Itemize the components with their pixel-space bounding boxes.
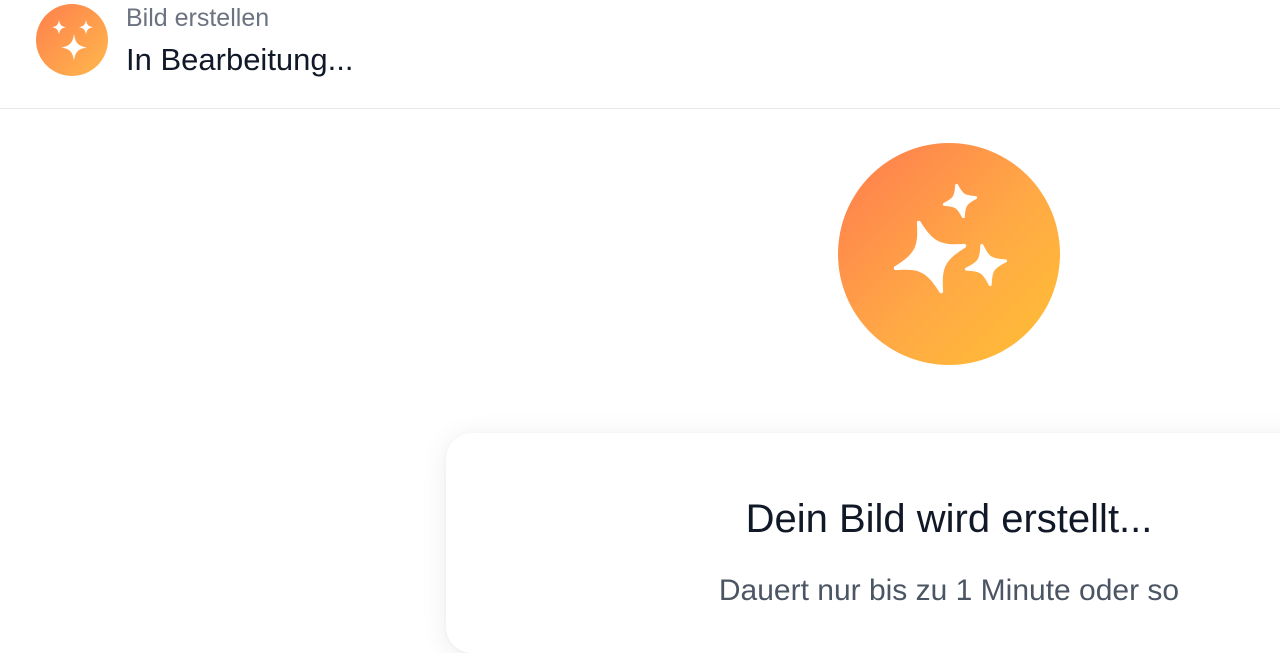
status-subtitle: Dauert nur bis zu 1 Minute oder so xyxy=(718,574,1180,607)
sparkles-icon xyxy=(838,143,1060,365)
status-card: Dein Bild wird erstellt... Dauert nur bi… xyxy=(446,433,1280,653)
header-subtitle: Bild erstellen xyxy=(126,4,270,32)
header-title: In Bearbeitung... xyxy=(126,42,354,77)
app-header: Bild erstellen In Bearbeitung... xyxy=(0,0,1280,109)
status-title: Dein Bild wird erstellt... xyxy=(745,497,1153,541)
sparkles-icon xyxy=(36,4,108,76)
